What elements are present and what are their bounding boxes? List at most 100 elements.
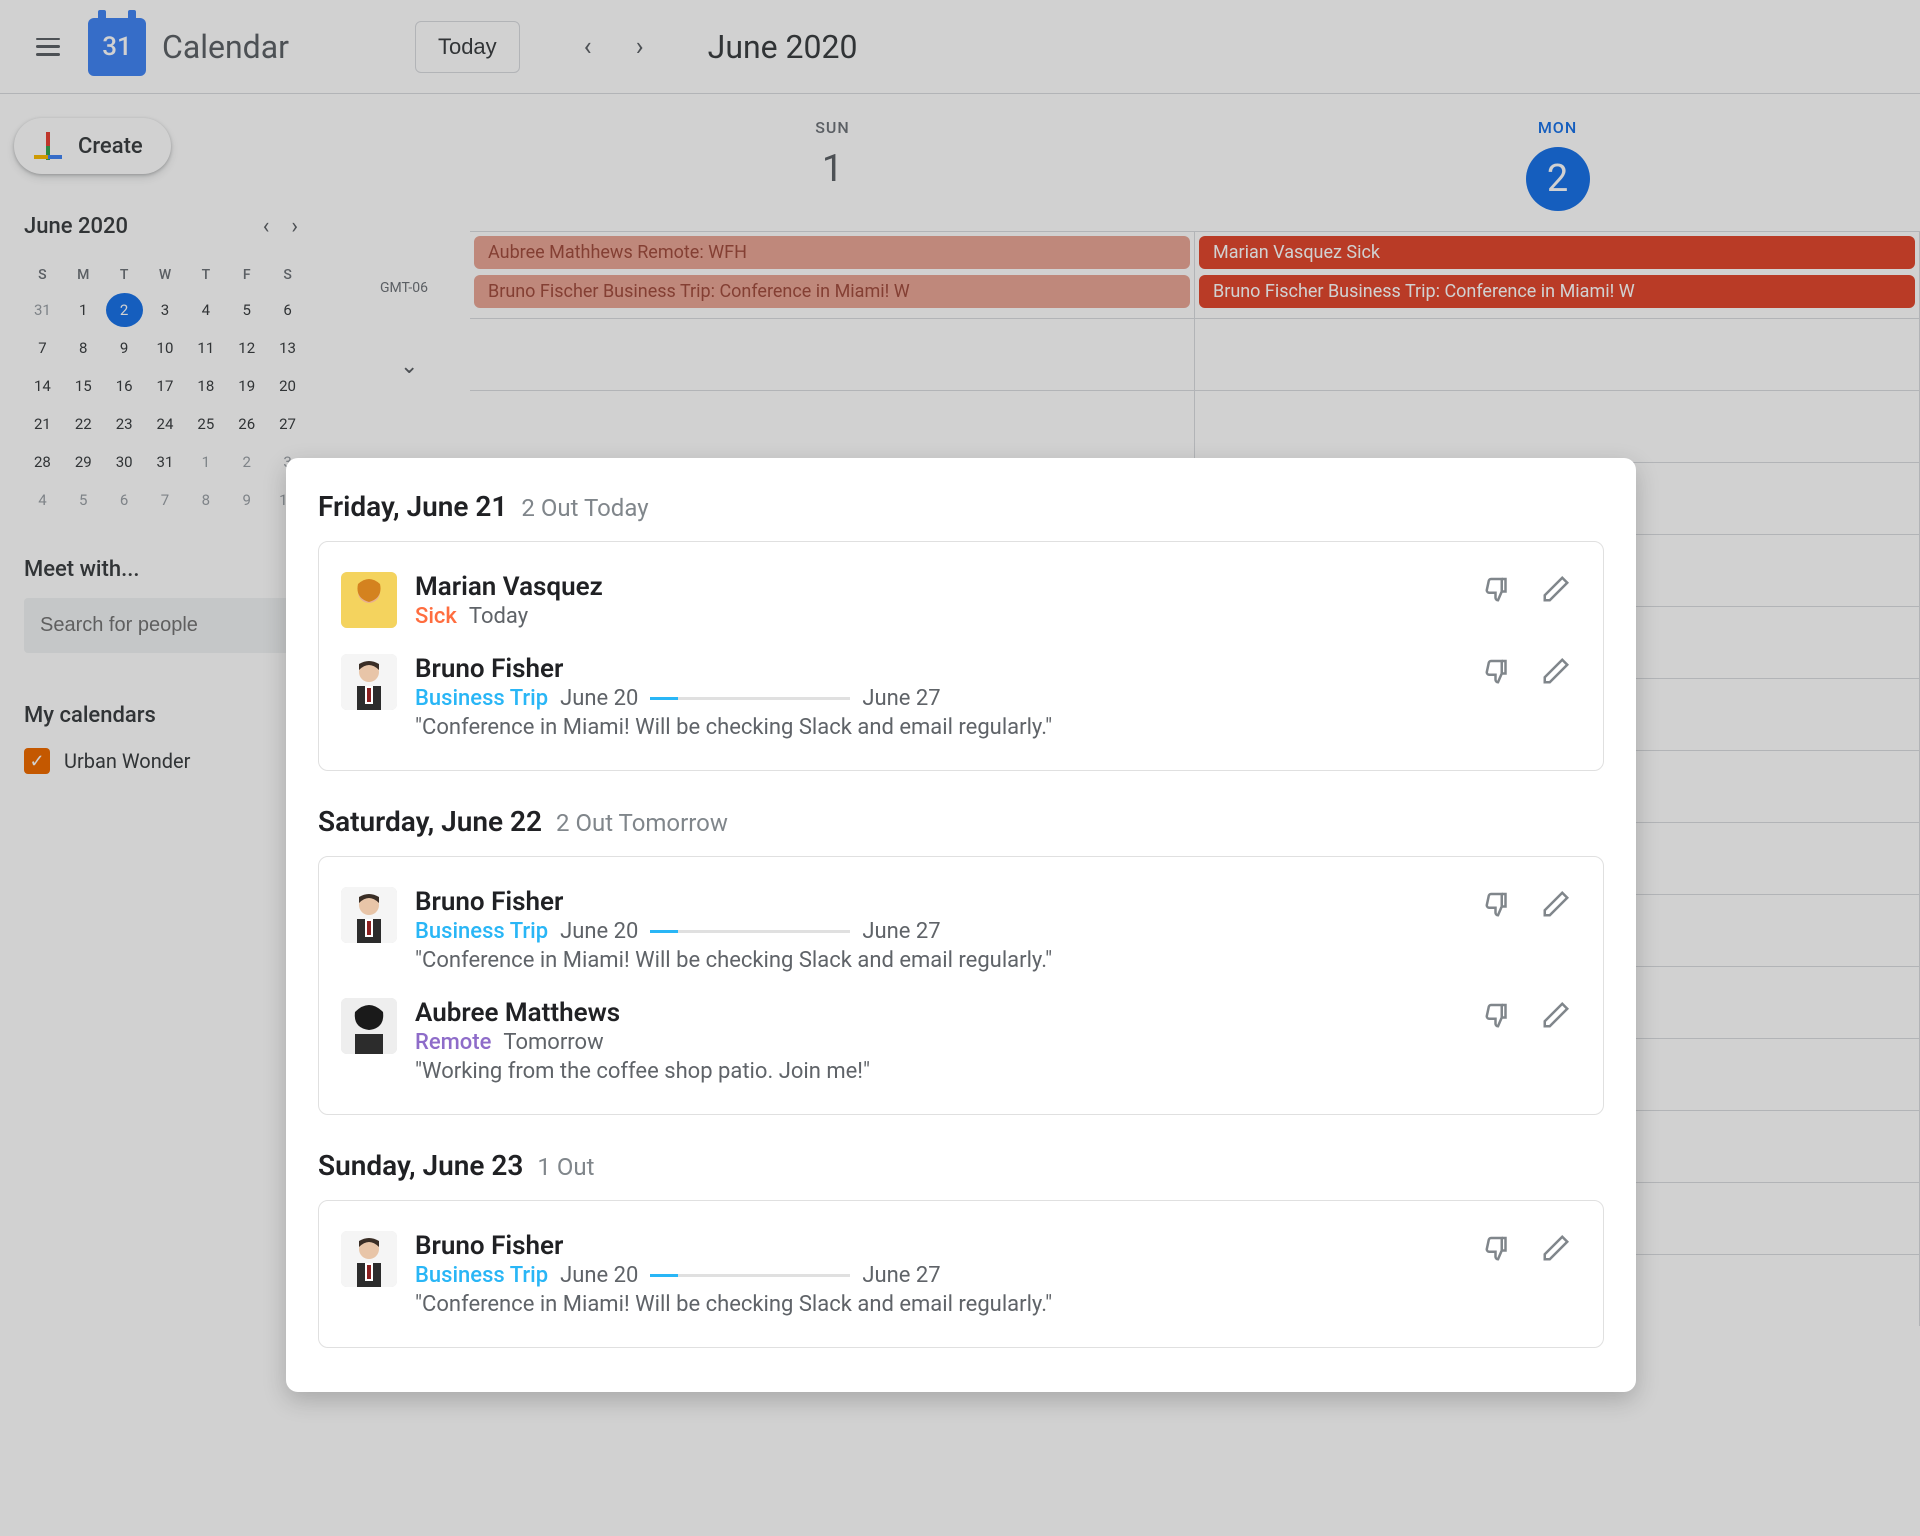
mini-cal-day[interactable]: 19 [228, 369, 265, 403]
mini-cal-day[interactable]: 31 [24, 293, 61, 327]
mini-cal-day[interactable]: 24 [147, 407, 184, 441]
avatar [341, 1231, 397, 1287]
day-section-subtitle: 2 Out Tomorrow [556, 809, 728, 837]
mini-cal-day[interactable]: 1 [187, 445, 224, 479]
create-label: Create [78, 134, 143, 159]
calendar-item[interactable]: ✓ Urban Wonder [24, 748, 306, 774]
all-day-cell[interactable]: Marian Vasquez Sick Bruno Fischer Busines… [1195, 232, 1920, 318]
edit-button[interactable] [1541, 889, 1571, 919]
thumbs-down-button[interactable] [1483, 1000, 1513, 1030]
thumbs-down-button[interactable] [1483, 574, 1513, 604]
entries-card: Bruno FisherBusiness TripJune 20June 27"… [318, 1200, 1604, 1348]
mini-cal-day[interactable]: 18 [187, 369, 224, 403]
create-button[interactable]: Create [14, 118, 171, 174]
mini-cal-dow: W [147, 261, 184, 289]
day-number[interactable]: 2 [1526, 147, 1590, 211]
all-day-event[interactable]: Marian Vasquez Sick [1199, 236, 1915, 269]
day-section: Sunday, June 231 OutBruno FisherBusiness… [318, 1149, 1604, 1348]
edit-button[interactable] [1541, 1000, 1571, 1030]
mini-cal-day[interactable]: 13 [269, 331, 306, 365]
mini-cal-day[interactable]: 6 [269, 293, 306, 327]
mini-cal-day[interactable]: 25 [187, 407, 224, 441]
mini-cal-day[interactable]: 2 [228, 445, 265, 479]
mini-cal-day[interactable]: 21 [24, 407, 61, 441]
avatar [341, 572, 397, 628]
day-column-header[interactable]: SUN1 [470, 94, 1195, 211]
day-section-title: Friday, June 21 [318, 490, 507, 523]
calendar-logo-icon: 31 [88, 18, 146, 76]
mini-cal-day[interactable]: 30 [106, 445, 143, 479]
mini-cal-day[interactable]: 8 [187, 483, 224, 517]
hour-row[interactable] [470, 318, 1920, 390]
range-end: June 27 [862, 1263, 940, 1288]
search-people-input[interactable] [24, 598, 306, 653]
edit-button[interactable] [1541, 1233, 1571, 1263]
meet-with-section: Meet with... [14, 557, 316, 653]
prev-period-button[interactable]: ‹ [566, 25, 610, 69]
mini-cal-day[interactable]: 31 [147, 445, 184, 479]
date-range-bar [650, 697, 850, 700]
all-day-event[interactable]: Aubree Mathhews Remote: WFH [474, 236, 1190, 269]
mini-cal-day[interactable]: 16 [106, 369, 143, 403]
mini-cal-next-button[interactable]: › [283, 210, 306, 243]
mini-cal-day[interactable]: 5 [228, 293, 265, 327]
mini-cal-day[interactable]: 20 [269, 369, 306, 403]
mini-cal-day[interactable]: 1 [65, 293, 102, 327]
thumbs-down-button[interactable] [1483, 656, 1513, 686]
mini-cal-day[interactable]: 4 [24, 483, 61, 517]
my-calendars-section: My calendars ✓ Urban Wonder [14, 703, 316, 774]
mini-cal-day[interactable]: 4 [187, 293, 224, 327]
mini-cal-day[interactable]: 9 [228, 483, 265, 517]
avatar [341, 654, 397, 710]
all-day-event[interactable]: Bruno Fischer Business Trip: Conference … [474, 275, 1190, 308]
mini-cal-day[interactable]: 8 [65, 331, 102, 365]
mini-cal-day[interactable]: 7 [147, 483, 184, 517]
entry-note: "Conference in Miami! Will be checking S… [415, 1292, 1581, 1317]
range-end: June 27 [862, 919, 940, 944]
mini-cal-dow: S [269, 261, 306, 289]
mini-cal-day[interactable]: 14 [24, 369, 61, 403]
person-name: Marian Vasquez [415, 572, 1581, 602]
mini-cal-day[interactable]: 26 [228, 407, 265, 441]
status-label: Business Trip [415, 686, 548, 711]
mini-cal-day[interactable]: 12 [228, 331, 265, 365]
mini-cal-day[interactable]: 22 [65, 407, 102, 441]
hour-row[interactable] [470, 390, 1920, 462]
mini-cal-day[interactable]: 29 [65, 445, 102, 479]
mini-cal-day[interactable]: 10 [147, 331, 184, 365]
entries-card: Bruno FisherBusiness TripJune 20June 27"… [318, 856, 1604, 1115]
day-section-subtitle: 2 Out Today [521, 494, 648, 522]
day-section-title: Saturday, June 22 [318, 805, 542, 838]
mini-cal-prev-button[interactable]: ‹ [255, 210, 278, 243]
day-column-header[interactable]: MON2 [1195, 94, 1920, 211]
when-label: Tomorrow [503, 1030, 603, 1055]
edit-button[interactable] [1541, 656, 1571, 686]
thumbs-down-button[interactable] [1483, 889, 1513, 919]
date-range-bar [650, 1274, 850, 1277]
edit-button[interactable] [1541, 574, 1571, 604]
calendar-checkbox[interactable]: ✓ [24, 748, 50, 774]
mini-cal-day[interactable]: 3 [147, 293, 184, 327]
status-label: Business Trip [415, 1263, 548, 1288]
mini-cal-day[interactable]: 6 [106, 483, 143, 517]
mini-cal-day[interactable]: 9 [106, 331, 143, 365]
next-period-button[interactable]: › [618, 25, 662, 69]
all-day-event[interactable]: Bruno Fischer Business Trip: Conference … [1199, 275, 1915, 308]
day-number[interactable]: 1 [470, 147, 1195, 191]
mini-cal-day[interactable]: 15 [65, 369, 102, 403]
mini-cal-day[interactable]: 28 [24, 445, 61, 479]
mini-cal-day[interactable]: 27 [269, 407, 306, 441]
thumbs-down-button[interactable] [1483, 1233, 1513, 1263]
expand-all-day-button[interactable]: ⌄ [400, 354, 418, 379]
mini-cal-day[interactable]: 17 [147, 369, 184, 403]
mini-cal-day[interactable]: 7 [24, 331, 61, 365]
mini-cal-day[interactable]: 5 [65, 483, 102, 517]
mini-cal-day[interactable]: 11 [187, 331, 224, 365]
calendar-name: Urban Wonder [64, 749, 190, 773]
mini-cal-day[interactable]: 2 [106, 293, 143, 327]
mini-cal-day[interactable]: 23 [106, 407, 143, 441]
main-menu-button[interactable] [24, 23, 72, 71]
my-calendars-label: My calendars [24, 703, 306, 728]
today-button[interactable]: Today [415, 21, 520, 73]
all-day-cell[interactable]: Aubree Mathhews Remote: WFH Bruno Fischer… [470, 232, 1195, 318]
